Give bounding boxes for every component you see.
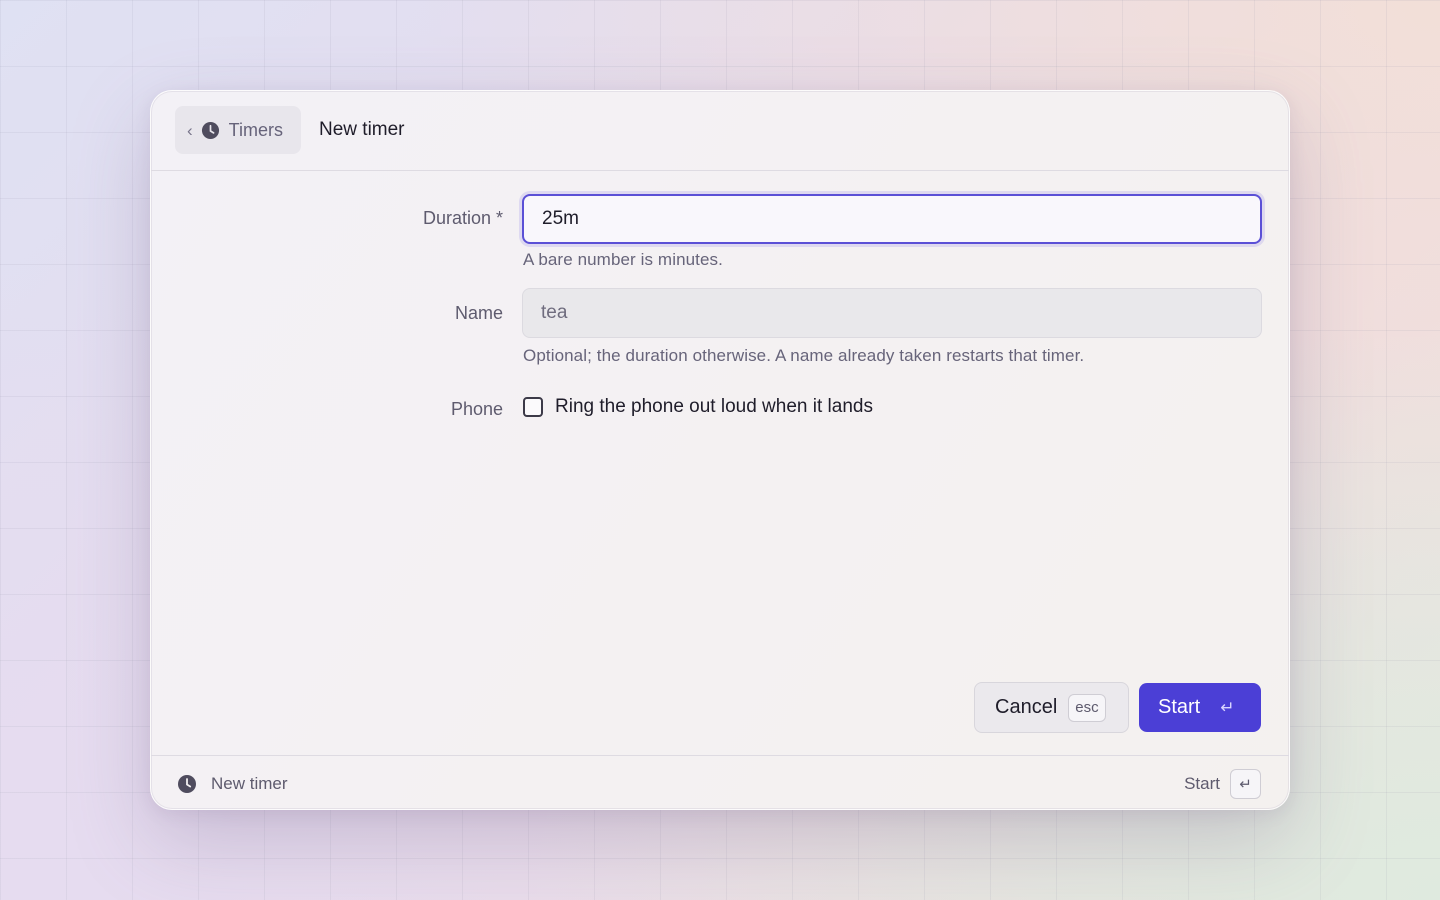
- footer-title: New timer: [211, 774, 288, 793]
- esc-shortcut-badge: esc: [1068, 693, 1106, 722]
- start-button[interactable]: Start ↵: [1139, 683, 1261, 732]
- duration-input[interactable]: 25m: [522, 194, 1262, 244]
- name-label: Name: [454, 303, 503, 323]
- phone-label: Phone: [450, 399, 503, 419]
- header: ‹ Timers New timer: [151, 91, 1289, 171]
- clock-icon: [177, 774, 197, 794]
- start-button-label: Start: [1158, 696, 1201, 718]
- enter-shortcut-badge: ↵: [1230, 769, 1261, 799]
- cancel-button[interactable]: Cancel esc: [974, 682, 1129, 733]
- back-to-timers-button[interactable]: ‹ Timers: [175, 106, 301, 154]
- cancel-button-label: Cancel: [995, 696, 1058, 718]
- chevron-left-icon: ‹: [187, 120, 193, 140]
- page-title: New timer: [319, 119, 405, 140]
- name-input[interactable]: tea: [522, 288, 1262, 338]
- footer-start-action[interactable]: Start: [1184, 774, 1220, 794]
- name-hint: Optional; the duration otherwise. A name…: [523, 346, 1085, 365]
- back-button-label: Timers: [228, 119, 283, 140]
- new-timer-window: ‹ Timers New timer Duration * 25m A bare…: [150, 90, 1290, 810]
- duration-hint: A bare number is minutes.: [523, 250, 723, 269]
- ring-phone-checkbox-label[interactable]: Ring the phone out loud when it lands: [555, 396, 873, 418]
- duration-label: Duration *: [422, 208, 503, 228]
- clock-icon: [201, 121, 220, 140]
- footer-bar: New timer Start ↵: [151, 755, 1289, 809]
- enter-icon: ↵: [1220, 697, 1235, 717]
- ring-phone-checkbox[interactable]: [523, 397, 543, 417]
